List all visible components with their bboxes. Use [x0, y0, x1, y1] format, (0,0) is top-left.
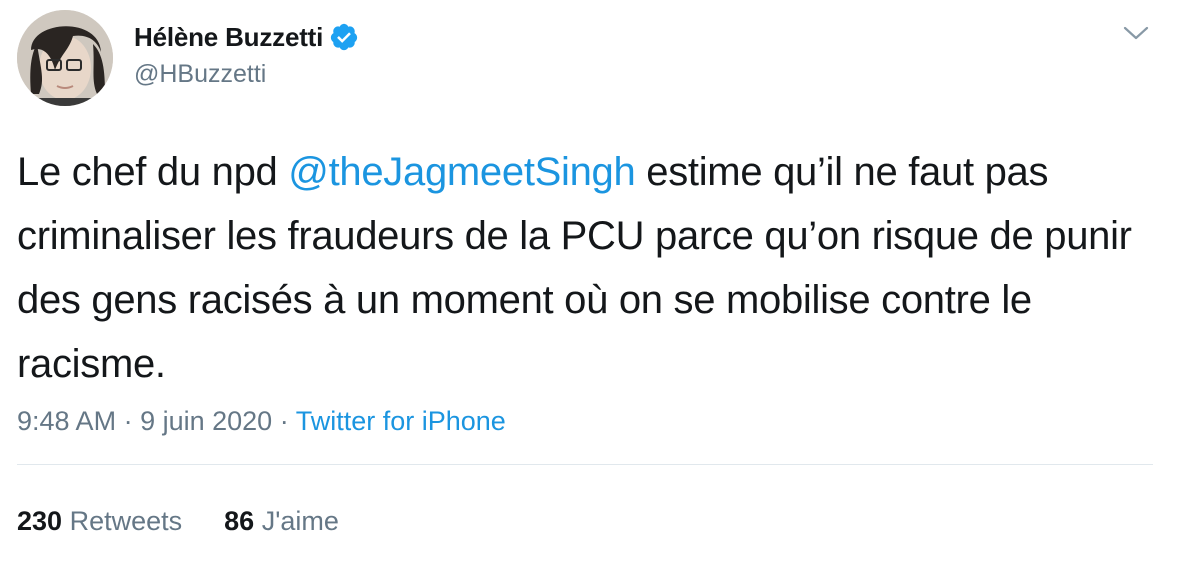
tweet-text: Le chef du npd @theJagmeetSingh estime q… — [17, 140, 1157, 396]
tweet-date[interactable]: 9 juin 2020 — [140, 406, 272, 436]
meta-separator: · — [272, 406, 296, 436]
tweet-time[interactable]: 9:48 AM — [17, 406, 116, 436]
tweet-text-part1: Le chef du npd — [17, 150, 289, 194]
likes-count: 86 — [224, 506, 255, 536]
author-handle[interactable]: @HBuzzetti — [134, 60, 359, 89]
likes-stat[interactable]: 86 J'aime — [224, 506, 339, 537]
author-block: Hélène Buzzetti @HBuzzetti — [134, 18, 359, 89]
tweet-source-link[interactable]: Twitter for iPhone — [296, 406, 506, 436]
avatar[interactable] — [17, 10, 113, 106]
retweets-count: 230 — [17, 506, 63, 536]
profile-photo — [17, 10, 113, 106]
name-row: Hélène Buzzetti — [134, 18, 359, 56]
mention-link[interactable]: @theJagmeetSingh — [288, 150, 635, 194]
tweet-stats: 230 Retweets 86 J'aime — [17, 506, 339, 537]
meta-separator: · — [116, 406, 141, 436]
chevron-down-icon[interactable] — [1122, 22, 1150, 44]
tweet-meta: 9:48 AM · 9 juin 2020 · Twitter for iPho… — [17, 406, 506, 437]
retweets-label: Retweets — [69, 506, 183, 536]
likes-label: J'aime — [261, 506, 339, 536]
divider — [17, 464, 1153, 465]
retweets-stat[interactable]: 230 Retweets — [17, 506, 182, 537]
verified-badge-icon — [329, 22, 359, 52]
tweet-card: Hélène Buzzetti @HBuzzetti Le chef du np… — [0, 0, 1178, 570]
author-display-name[interactable]: Hélène Buzzetti — [134, 22, 323, 53]
